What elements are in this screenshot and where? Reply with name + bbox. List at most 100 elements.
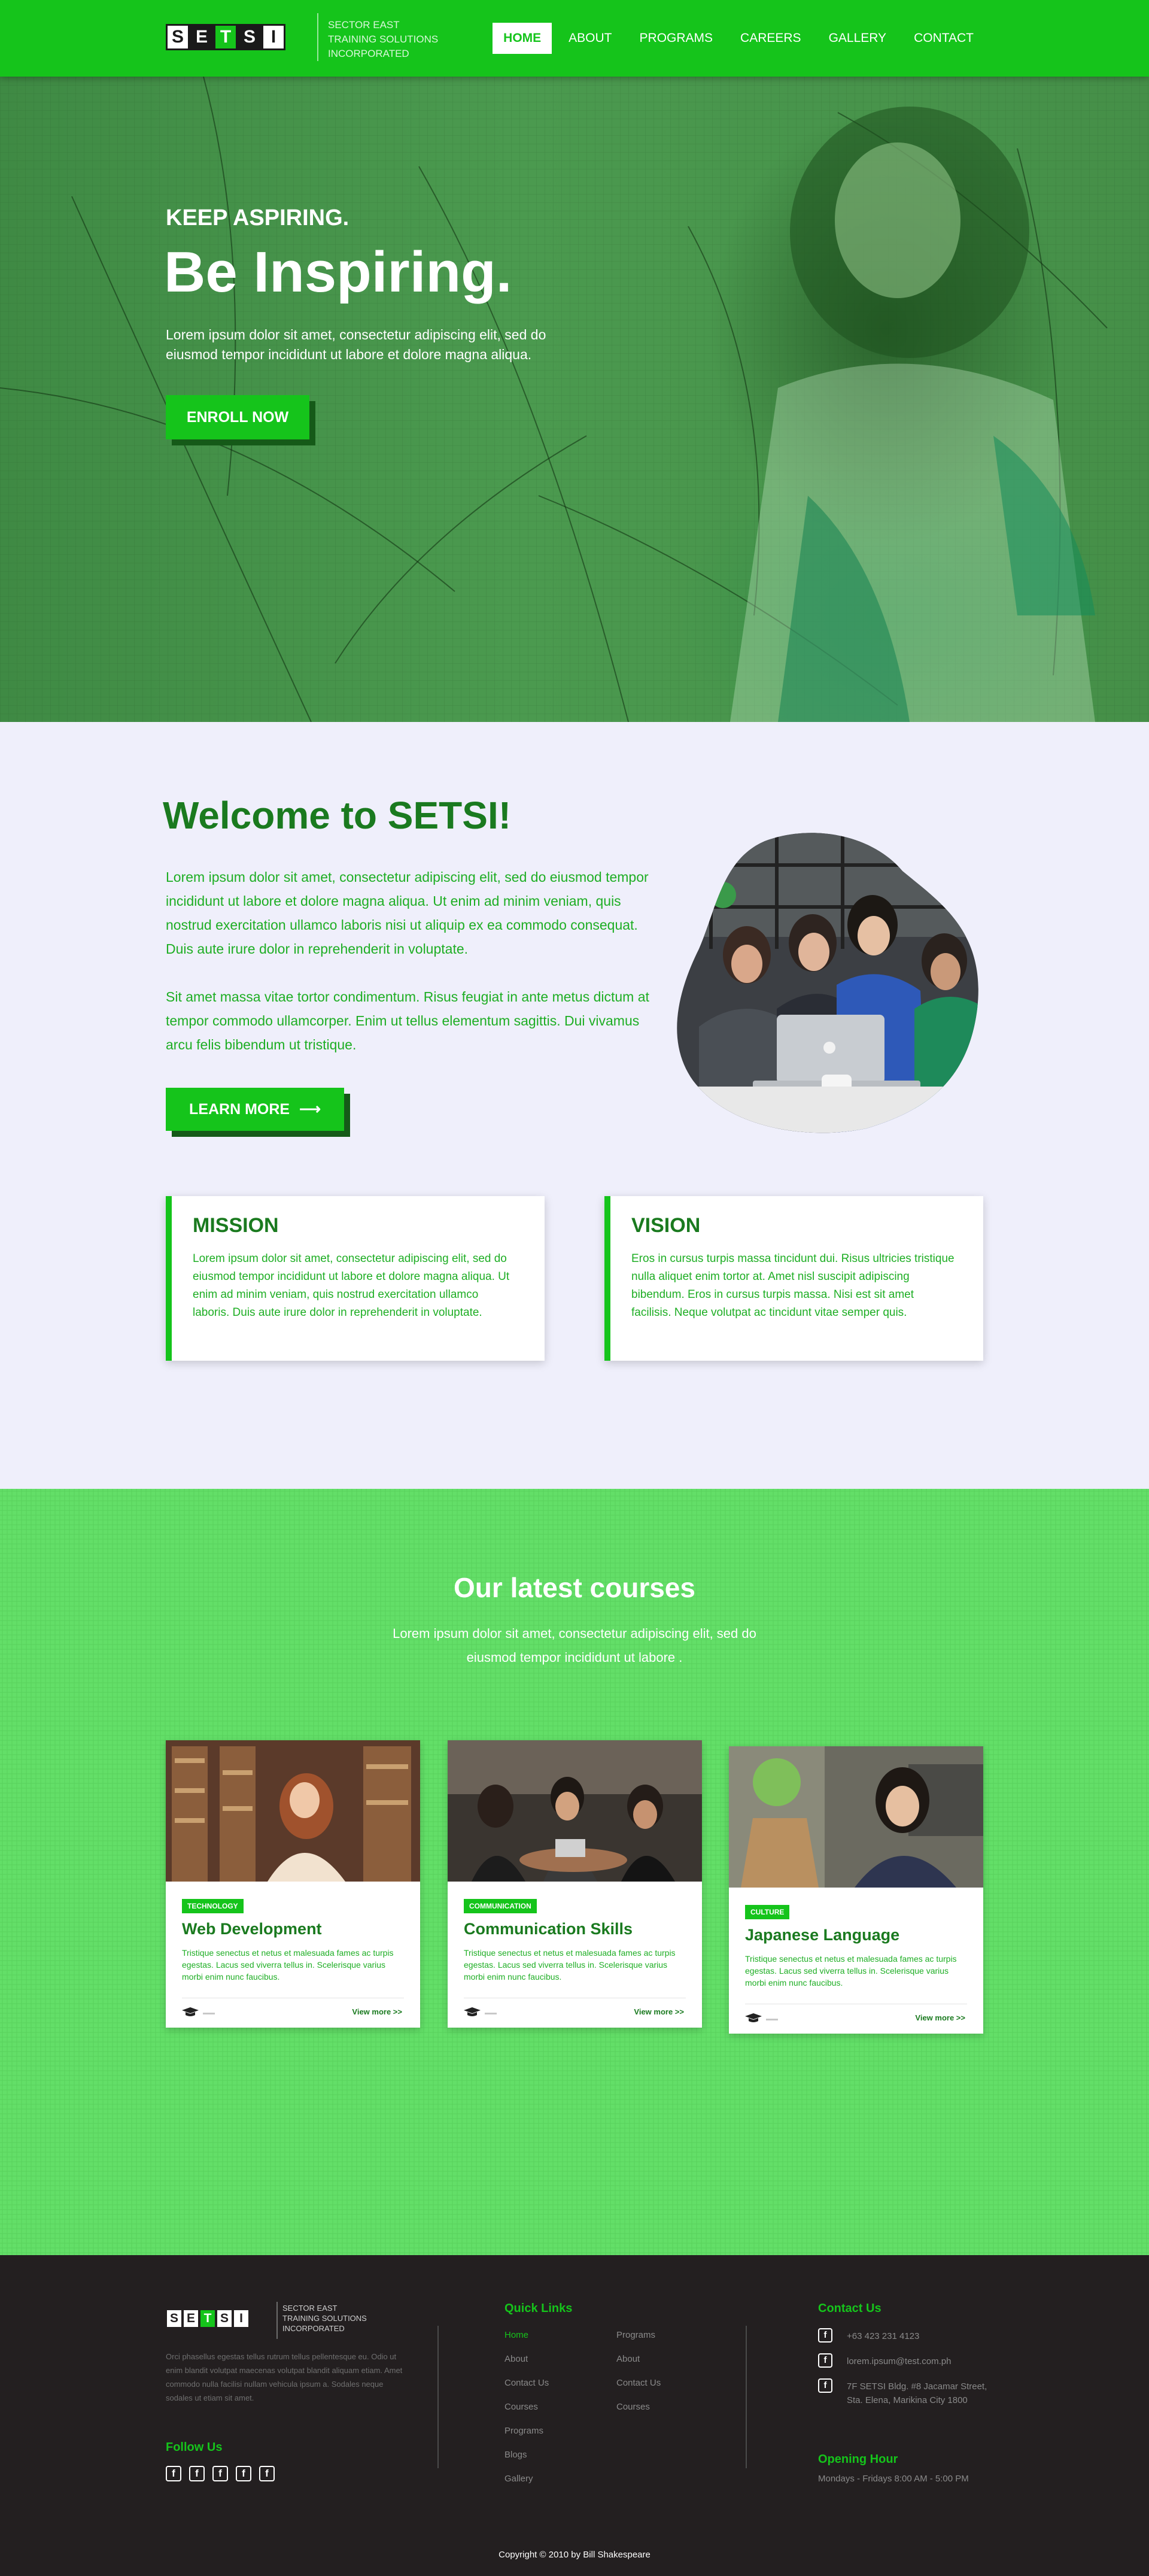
footer-logo[interactable]: S E T S I [166,2309,250,2328]
footer-link-programs[interactable]: Programs [504,2426,543,2436]
footer-link-contact[interactable]: Contact Us [616,2378,661,2388]
nav-programs[interactable]: PROGRAMS [629,23,724,54]
follow-us-heading: Follow Us [166,2441,223,2454]
nav-home[interactable]: HOME [493,23,552,54]
logo-letter: S [216,2309,233,2328]
contact-email[interactable]: lorem.ipsum@test.com.ph [847,2354,951,2368]
learn-more-button[interactable]: LEARN MORE ⟶ [166,1088,344,1131]
tagline-line: INCORPORATED [282,2324,345,2333]
course-meta: ▬▬ [485,2010,497,2016]
tagline-line: INCORPORATED [328,48,409,59]
vision-card: VISION Eros in cursus turpis massa tinci… [604,1196,983,1361]
arrow-right-icon: ⟶ [299,1101,321,1118]
course-title: Japanese Language [745,1926,900,1944]
logo-tagline: SECTOR EAST TRAINING SOLUTIONS INCORPORA… [328,18,454,61]
course-card-web-development[interactable]: TECHNOLOGY Web Development Tristique sen… [166,1740,420,2028]
course-image [729,1746,983,1888]
site-header: S E T S I SECTOR EAST TRAINING SOLUTIONS… [0,0,1149,77]
facebook-icon[interactable]: f [189,2466,205,2481]
facebook-icon: f [818,2378,832,2393]
hero-section: KEEP ASPIRING. Be Inspiring. Lorem ipsum… [0,77,1149,722]
facebook-icon[interactable]: f [212,2466,228,2481]
facebook-icon: f [818,2328,832,2343]
quick-links-heading: Quick Links [504,2302,573,2315]
view-more-link[interactable]: View more >> [634,2007,684,2016]
nav-about[interactable]: ABOUT [558,23,622,54]
welcome-paragraph: Sit amet massa vitae tortor condimentum.… [166,989,649,1052]
footer-link-contact[interactable]: Contact Us [504,2378,549,2388]
mission-card: MISSION Lorem ipsum dolor sit amet, cons… [166,1196,545,1361]
footer-link-courses[interactable]: Courses [616,2402,650,2412]
course-badge: CULTURE [745,1905,790,1919]
footer-logo-tagline: SECTOR EAST TRAINING SOLUTIONS INCORPORA… [282,2303,378,2334]
nav-gallery[interactable]: GALLERY [818,23,898,54]
vision-text: Eros in cursus turpis massa tincidunt du… [631,1252,955,1319]
enroll-now-button[interactable]: ENROLL NOW [166,395,309,439]
footer-divider [746,2326,747,2468]
facebook-icon[interactable]: f [259,2466,275,2481]
contact-phone: +63 423 231 4123 [847,2331,920,2341]
course-meta: ▬▬ [766,2016,778,2022]
copyright: Copyright © 2010 by Bill Shakespeare [498,2550,651,2560]
tagline-line: SECTOR EAST [328,19,400,31]
tagline-line: TRAINING SOLUTIONS [328,34,439,45]
course-description: Tristique senectus et netus et malesuada… [745,1954,957,1988]
course-title: Communication Skills [464,1920,633,1938]
nav-contact[interactable]: CONTACT [903,23,984,54]
logo-letter: E [190,24,214,50]
logo[interactable]: S E T S I [166,24,285,50]
logo-letter: I [233,2309,250,2328]
social-icons: f f f f f [166,2466,275,2481]
facebook-icon: f [818,2353,832,2368]
logo-letter: E [183,2309,199,2328]
course-badge: COMMUNICATION [464,1899,537,1913]
course-image [448,1740,702,1882]
footer-about-text: Orci phasellus egestas tellus rutrum tel… [166,2352,403,2402]
logo-divider [317,13,318,61]
course-card-japanese-language[interactable]: CULTURE Japanese Language Tristique sene… [729,1746,983,2034]
course-description: Tristique senectus et netus et malesuada… [464,1948,676,1982]
footer-link-programs[interactable]: Programs [616,2330,655,2340]
contact-address: 7F SETSI Bldg. #8 Jacamar Street, Sta. E… [847,2380,987,2407]
logo-letter: S [166,24,190,50]
address-line: 7F SETSI Bldg. #8 Jacamar Street, [847,2381,987,2392]
courses-subtitle: Lorem ipsum dolor sit amet, consectetur … [393,1626,756,1665]
course-card-communication-skills[interactable]: COMMUNICATION Communication Skills Trist… [448,1740,702,2028]
students-image [677,833,978,1133]
footer-link-about[interactable]: About [616,2354,640,2364]
view-more-link[interactable]: View more >> [915,2013,965,2022]
logo-letter: S [166,2309,183,2328]
facebook-icon[interactable]: f [166,2466,181,2481]
address-line: Sta. Elena, Marikina City 1800 [847,2395,968,2405]
course-title: Web Development [182,1920,322,1938]
welcome-title: Welcome to SETSI! [163,794,512,837]
tagline-line: TRAINING SOLUTIONS [282,2314,367,2323]
footer-link-courses[interactable]: Courses [504,2402,538,2412]
footer-link-gallery[interactable]: Gallery [504,2474,533,2484]
footer-link-blogs[interactable]: Blogs [504,2450,527,2460]
logo-letter: I [262,24,285,50]
view-more-link[interactable]: View more >> [352,2007,402,2016]
footer-link-about[interactable]: About [504,2354,528,2364]
vision-title: VISION [631,1214,701,1237]
logo-letter: T [214,24,238,50]
facebook-icon[interactable]: f [236,2466,251,2481]
courses-section: Our latest courses Lorem ipsum dolor sit… [0,1489,1149,2255]
graduation-cap-icon [745,2013,762,2022]
course-description: Tristique senectus et netus et malesuada… [182,1948,394,1982]
footer-link-home[interactable]: Home [504,2330,528,2340]
graduation-cap-icon [464,2007,481,2016]
welcome-paragraph: Lorem ipsum dolor sit amet, consectetur … [166,869,649,957]
course-image [166,1740,420,1882]
main-nav: HOME ABOUT PROGRAMS CAREERS GALLERY CONT… [493,23,984,54]
nav-careers[interactable]: CAREERS [729,23,812,54]
course-badge: TECHNOLOGY [182,1899,244,1913]
opening-hour-heading: Opening Hour [818,2453,898,2466]
tagline-line: SECTOR EAST [282,2304,338,2313]
mission-text: Lorem ipsum dolor sit amet, consectetur … [193,1252,510,1319]
site-footer: S E T S I SECTOR EAST TRAINING SOLUTIONS… [0,2255,1149,2576]
footer-logo-divider [276,2302,278,2339]
contact-heading: Contact Us [818,2302,881,2315]
course-meta: ▬▬ [203,2010,215,2016]
opening-hours: Mondays - Fridays 8:00 AM - 5:00 PM [818,2474,969,2484]
